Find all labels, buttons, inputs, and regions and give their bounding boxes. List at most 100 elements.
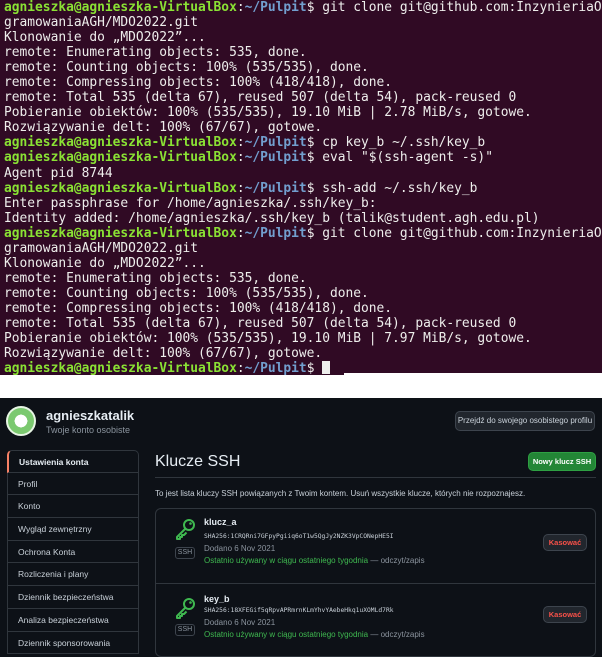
terminal-output-line: remote: Enumerating objects: 535, done. [4, 271, 602, 286]
terminal-prompt-line: agnieszka@agnieszka-VirtualBox:~/Pulpit$… [4, 0, 602, 15]
terminal-output: remote: Counting objects: 100% (535/535)… [4, 285, 369, 301]
sidebar-item-dziennik-bezpieczenstwa[interactable]: Dziennik bezpieczeństwa [7, 586, 139, 609]
terminal-output: gramowaniaAGH/MDO2022.git [4, 240, 199, 256]
terminal-command: eval "$(ssh-agent -s)" [322, 150, 493, 166]
terminal-output: remote: Total 535 (delta 67), reused 507… [4, 90, 517, 106]
terminal-output-line: remote: Total 535 (delta 67), reused 507… [4, 90, 602, 105]
terminal-output: Enter passphrase for /home/agnieszka/.ss… [4, 195, 377, 211]
terminal-output-line: remote: Enumerating objects: 535, done. [4, 45, 602, 60]
terminal-output-line: Identity added: /home/agnieszka/.ssh/key… [4, 211, 602, 226]
sidebar-item-ustawienia-konta[interactable]: Ustawienia konta [7, 450, 139, 473]
terminal-output: remote: Enumerating objects: 535, done. [4, 45, 307, 61]
terminal-output: gramowaniaAGH/MDO2022.git [4, 15, 199, 31]
ssh-badge: SSH [175, 624, 195, 636]
key-added-date: Dodano 6 Nov 2021 [204, 618, 276, 627]
key-usage-recent: Ostatnio używany w ciągu ostatniego tygo… [204, 630, 369, 639]
title-divider [155, 477, 596, 478]
key-title: klucz_a [204, 517, 237, 527]
go-to-profile-button[interactable]: Przejdź do swojego osobistego profilu [455, 411, 595, 431]
terminal-prompt-line: agnieszka@agnieszka-VirtualBox:~/Pulpit$… [4, 181, 602, 196]
ssh-keys-description: To jest lista kluczy SSH powiązanych z T… [155, 489, 526, 498]
terminal-prompt-line: agnieszka@agnieszka-VirtualBox:~/Pulpit$… [4, 226, 602, 241]
account-username[interactable]: agnieszkatalik [46, 408, 134, 423]
prompt-path: ~/Pulpit [244, 225, 307, 241]
ssh-key-list: SSH klucz_a SHA256:1CRQRni7GFpyPgiiq6oT1… [155, 508, 596, 657]
terminal-output-line: Klonowanie do „MDO2022”... [4, 30, 602, 45]
terminal-output: Rozwiązywanie delt: 100% (67/67), gotowe… [4, 346, 323, 362]
prompt-path: ~/Pulpit [244, 0, 307, 15]
terminal-window[interactable]: agnieszka@agnieszka-VirtualBox:~/Pulpit$… [0, 0, 602, 375]
terminal-output-line: remote: Total 535 (delta 67), reused 507… [4, 316, 602, 331]
terminal-edge [344, 373, 602, 375]
prompt-separator: : [236, 150, 245, 166]
terminal-output: remote: Counting objects: 100% (535/535)… [4, 60, 369, 76]
prompt-separator: : [236, 361, 245, 375]
key-fingerprint: SHA256:1CRQRni7GFpyPgiiq6oT1w5QgJy2NZK3V… [204, 533, 394, 540]
avatar[interactable] [6, 406, 36, 436]
terminal-output-line: Pobieranie obiektów: 100% (535/535), 19.… [4, 331, 602, 346]
prompt-user: agnieszka@agnieszka-VirtualBox [4, 180, 237, 196]
settings-header: agnieszkatalik Twoje konto osobiste Prze… [0, 398, 602, 440]
key-added-date: Dodano 6 Nov 2021 [204, 544, 276, 553]
key-icon [176, 519, 195, 540]
prompt-user: agnieszka@agnieszka-VirtualBox [4, 150, 237, 166]
sidebar-item-dziennik-sponsorowania[interactable]: Dziennik sponsorowania [7, 631, 139, 655]
terminal-output-line: Klonowanie do „MDO2022”... [4, 256, 602, 271]
prompt-path: ~/Pulpit [244, 135, 307, 151]
key-usage-access: — odczyt/zapis [370, 556, 425, 565]
terminal-command: ssh-add ~/.ssh/key_b [322, 180, 478, 196]
prompt-user: agnieszka@agnieszka-VirtualBox [4, 0, 237, 15]
sidebar-item-analiza-bezpieczenstwa[interactable]: Analiza bezpieczeństwa [7, 608, 139, 632]
prompt-path: ~/Pulpit [244, 180, 307, 196]
sidebar-item-konto[interactable]: Konto [7, 495, 139, 519]
prompt-separator: : [236, 225, 245, 241]
sidebar-item-ochrona-konta[interactable]: Ochrona Konta [7, 540, 139, 564]
terminal-output: Klonowanie do „MDO2022”... [4, 255, 206, 271]
prompt-separator: : [236, 135, 245, 151]
delete-key-button[interactable]: Kasować [543, 534, 587, 551]
terminal-command: cp key_b ~/.ssh/key_b [322, 135, 486, 151]
terminal-output-line: Agent pid 8744 [4, 166, 602, 181]
terminal-output: remote: Compressing objects: 100% (418/4… [4, 300, 393, 316]
delete-key-button[interactable]: Kasować [543, 606, 587, 623]
terminal-output-line: gramowaniaAGH/MDO2022.git [4, 15, 602, 30]
terminal-output: Agent pid 8744 [4, 165, 113, 181]
terminal-output-line: Pobieranie obiektów: 100% (535/535), 19.… [4, 105, 602, 120]
ssh-key-row: SSH key_b SHA256:18XFEGif5qRpvAPRmrnKLmY… [156, 583, 595, 657]
sidebar-item-wyglad-zewnetrzny[interactable]: Wygląd zewnętrzny [7, 518, 139, 541]
terminal-command: git clone git@github.com:InzynieriaOpro [322, 0, 602, 15]
terminal-output-line: remote: Counting objects: 100% (535/535)… [4, 60, 602, 75]
key-usage: Ostatnio używany w ciągu ostatniego tygo… [204, 630, 425, 639]
terminal-command: git clone git@github.com:InzynieriaOpro [322, 225, 602, 241]
terminal-cursor[interactable] [322, 361, 331, 375]
github-settings-page: agnieszkatalik Twoje konto osobiste Prze… [0, 398, 602, 657]
terminal-output-line: remote: Compressing objects: 100% (418/4… [4, 301, 602, 316]
prompt-separator: : [236, 180, 245, 196]
prompt-user: agnieszka@agnieszka-VirtualBox [4, 361, 237, 375]
prompt-path: ~/Pulpit [244, 361, 307, 375]
prompt-path: ~/Pulpit [244, 150, 307, 166]
key-title: key_b [204, 594, 230, 604]
key-fingerprint: SHA256:18XFEGif5qRpvAPRmrnKLmYhvYAebeHkq… [204, 607, 394, 614]
new-ssh-key-button[interactable]: Nowy klucz SSH [528, 452, 596, 471]
terminal-output: remote: Enumerating objects: 535, done. [4, 270, 307, 286]
terminal-output: remote: Compressing objects: 100% (418/4… [4, 75, 393, 91]
terminal-output-line: gramowaniaAGH/MDO2022.git [4, 241, 602, 256]
terminal-output: Identity added: /home/agnieszka/.ssh/key… [4, 210, 540, 226]
terminal-output-line: Enter passphrase for /home/agnieszka/.ss… [4, 196, 602, 211]
terminal-output: Rozwiązywanie delt: 100% (67/67), gotowe… [4, 120, 323, 136]
terminal-output: Klonowanie do „MDO2022”... [4, 30, 206, 46]
sidebar-item-profil[interactable]: Profil [7, 472, 139, 496]
prompt-separator: : [236, 0, 245, 15]
terminal-output-line: Rozwiązywanie delt: 100% (67/67), gotowe… [4, 346, 602, 361]
page-title: Klucze SSH [155, 453, 241, 470]
terminal-output-line: Rozwiązywanie delt: 100% (67/67), gotowe… [4, 120, 602, 135]
terminal-output: remote: Total 535 (delta 67), reused 507… [4, 315, 517, 331]
terminal-prompt-line: agnieszka@agnieszka-VirtualBox:~/Pulpit$… [4, 135, 602, 150]
terminal-output-line: remote: Counting objects: 100% (535/535)… [4, 286, 602, 301]
key-usage-recent: Ostatnio używany w ciągu ostatniego tygo… [204, 556, 369, 565]
key-icon [176, 598, 195, 619]
ssh-key-row: SSH klucz_a SHA256:1CRQRni7GFpyPgiiq6oT1… [156, 509, 595, 583]
ssh-badge: SSH [175, 547, 195, 559]
sidebar-item-rozliczenia-i-plany[interactable]: Rozliczenia i plany [7, 563, 139, 587]
